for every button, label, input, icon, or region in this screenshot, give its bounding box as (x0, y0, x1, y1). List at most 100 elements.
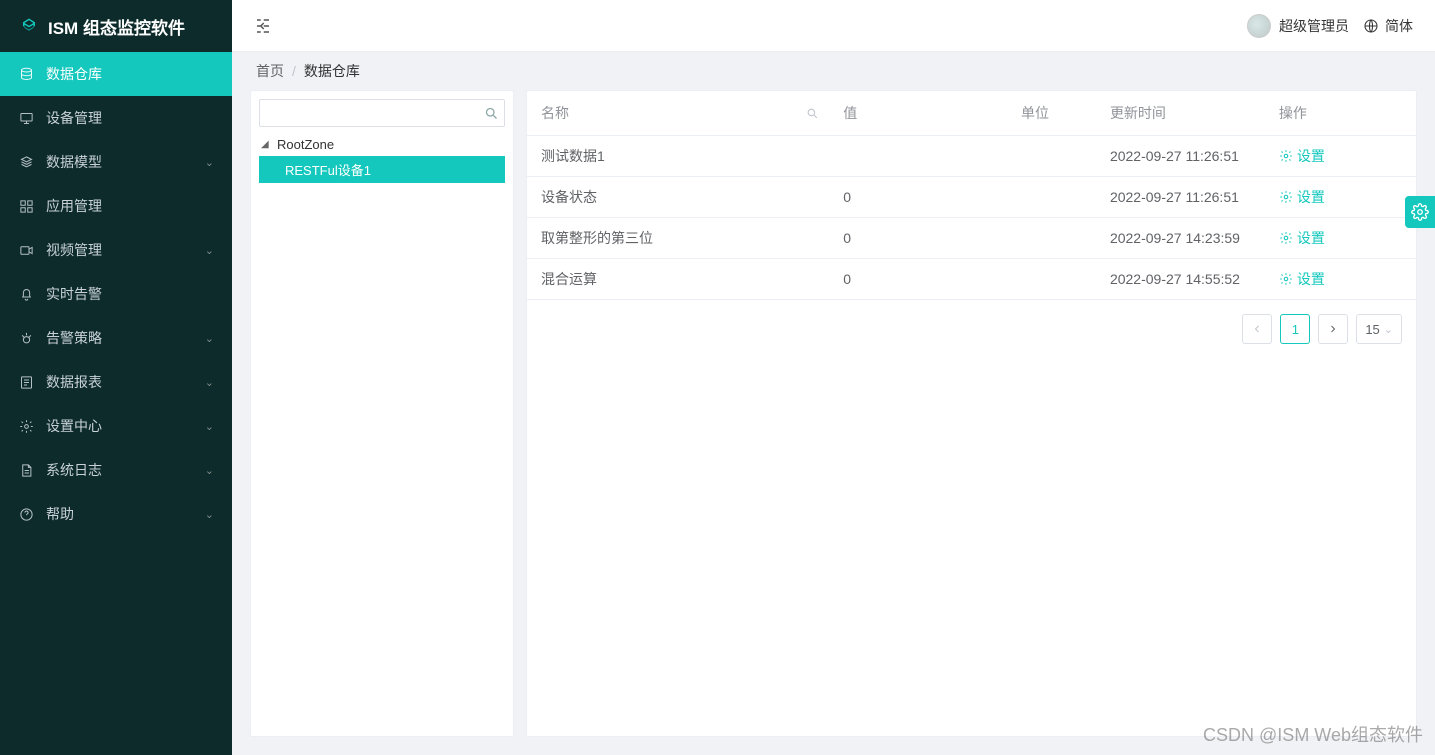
cell-time: 2022-09-27 11:26:51 (1096, 136, 1265, 177)
language-switch[interactable]: 简体 (1363, 16, 1413, 36)
page-size-label: 15 (1365, 322, 1379, 337)
col-op: 操作 (1265, 91, 1416, 136)
row-settings-button[interactable]: 设置 (1279, 187, 1325, 207)
cog-icon (1279, 149, 1293, 163)
breadcrumb-home[interactable]: 首页 (256, 61, 284, 81)
sidebar-item-4[interactable]: 视频管理⌄ (0, 228, 232, 272)
lang-label: 简体 (1385, 16, 1413, 36)
row-settings-button[interactable]: 设置 (1279, 146, 1325, 166)
avatar (1247, 14, 1271, 38)
floating-settings-button[interactable] (1405, 196, 1435, 228)
brand: ISM 组态监控软件 (0, 0, 232, 52)
chevron-down-icon: ⌄ (205, 156, 214, 169)
user-menu[interactable]: 超级管理员 (1247, 14, 1349, 38)
cell-name: 测试数据1 (527, 136, 829, 177)
sidebar-item-9[interactable]: 系统日志⌄ (0, 448, 232, 492)
table-row: 设备状态02022-09-27 11:26:51设置 (527, 177, 1416, 218)
table-row: 测试数据1 2022-09-27 11:26:51 设置 (527, 136, 1416, 177)
bell-icon (18, 286, 34, 302)
cell-value (829, 136, 1007, 177)
page-number-current[interactable]: 1 (1280, 314, 1310, 344)
cell-time: 2022-09-27 11:26:51 (1096, 177, 1265, 218)
row-settings-button[interactable]: 设置 (1279, 269, 1325, 289)
cell-value: 0 (829, 177, 1007, 218)
cell-op: 设置 (1265, 136, 1416, 177)
column-search-icon[interactable] (805, 106, 819, 120)
row-settings-label: 设置 (1297, 146, 1325, 166)
sidebar-item-2[interactable]: 数据模型 ⌄ (0, 140, 232, 184)
device-icon (18, 110, 34, 126)
chevron-down-icon: ⌄ (205, 332, 214, 345)
cell-value: 0 (829, 259, 1007, 300)
sidebar-item-label: 数据报表 (46, 372, 102, 392)
col-name: 名称 (527, 91, 829, 136)
sidebar-item-1[interactable]: 设备管理 (0, 96, 232, 140)
col-name-label: 名称 (541, 105, 569, 121)
col-time: 更新时间 (1096, 91, 1265, 136)
chevron-down-icon: ⌄ (1384, 323, 1393, 336)
cog-icon (1279, 190, 1293, 204)
tree-root[interactable]: ◢ RootZone (259, 133, 505, 156)
cell-value: 0 (829, 218, 1007, 259)
log-icon (18, 462, 34, 478)
cell-op: 设置 (1265, 218, 1416, 259)
chevron-down-icon: ⌄ (205, 508, 214, 521)
sidebar-item-7[interactable]: 数据报表 ⌄ (0, 360, 232, 404)
page-prev-button[interactable] (1242, 314, 1272, 344)
col-unit: 单位 (1007, 91, 1096, 136)
main: 超级管理员 简体 首页 / 数据仓库 ◢ (232, 0, 1435, 755)
sidebar-item-6[interactable]: 告警策略 ⌄ (0, 316, 232, 360)
user-label: 超级管理员 (1279, 16, 1349, 36)
sidebar-item-8[interactable]: 设置中心 ⌄ (0, 404, 232, 448)
database-icon (18, 66, 34, 82)
row-settings-label: 设置 (1297, 269, 1325, 289)
table-row: 混合运算0 2022-09-27 14:55:52 设置 (527, 259, 1416, 300)
cell-unit (1007, 136, 1096, 177)
cog-icon (1279, 272, 1293, 286)
chevron-down-icon: ⌄ (205, 464, 214, 477)
sidebar-item-label: 设备管理 (46, 108, 102, 128)
search-icon[interactable] (483, 105, 499, 121)
sidebar-item-3[interactable]: 应用管理 (0, 184, 232, 228)
row-settings-button[interactable]: 设置 (1279, 228, 1325, 248)
breadcrumb-sep: / (292, 63, 296, 79)
tree-node-0[interactable]: RESTFul设备1 (259, 156, 505, 183)
sidebar-collapse-button[interactable] (254, 17, 272, 35)
sidebar-nav: 数据仓库设备管理数据模型⌄应用管理视频管理⌄实时告警告警策略⌄数据报表⌄设置中心… (0, 52, 232, 536)
brand-title: ISM 组态监控软件 (48, 14, 185, 39)
tree-panel: ◢ RootZone RESTFul设备1 (250, 90, 514, 737)
sidebar-item-label: 数据模型 (46, 152, 102, 172)
topbar: 超级管理员 简体 (232, 0, 1435, 52)
sidebar-item-label: 帮助 (46, 504, 74, 524)
sidebar-item-label: 告警策略 (46, 328, 102, 348)
sidebar-item-0[interactable]: 数据仓库 (0, 52, 232, 96)
chevron-down-icon: ⌄ (205, 244, 214, 257)
app-icon (18, 198, 34, 214)
sidebar: ISM 组态监控软件 数据仓库设备管理数据模型⌄应用管理视频管理⌄实时告警告警策… (0, 0, 232, 755)
tree: ◢ RootZone RESTFul设备1 (259, 133, 505, 183)
sidebar-item-10[interactable]: 帮助 ⌄ (0, 492, 232, 536)
cell-unit (1007, 259, 1096, 300)
chevron-down-icon: ⌄ (205, 420, 214, 433)
chevron-down-icon: ⌄ (205, 376, 214, 389)
table-panel: 名称 值 单位 更新时间 操作 测试数据12022-09-27 11:26:51… (526, 90, 1417, 737)
breadcrumb: 首页 / 数据仓库 (232, 52, 1435, 90)
page-size-select[interactable]: 15 ⌄ (1356, 314, 1402, 344)
cell-name: 混合运算 (527, 259, 829, 300)
report-icon (18, 374, 34, 390)
cell-time: 2022-09-27 14:55:52 (1096, 259, 1265, 300)
sidebar-item-label: 数据仓库 (46, 64, 102, 84)
video-icon (18, 242, 34, 258)
cell-time: 2022-09-27 14:23:59 (1096, 218, 1265, 259)
settings-icon (18, 418, 34, 434)
cell-op: 设置 (1265, 259, 1416, 300)
tree-node-label: RESTFul设备1 (285, 160, 371, 179)
pagination: 1 15 ⌄ (527, 300, 1416, 344)
tree-search-input[interactable] (259, 99, 505, 127)
sidebar-item-label: 设置中心 (46, 416, 102, 436)
globe-icon (1363, 18, 1379, 34)
sidebar-item-5[interactable]: 实时告警 (0, 272, 232, 316)
page-next-button[interactable] (1318, 314, 1348, 344)
strategy-icon (18, 330, 34, 346)
cell-op: 设置 (1265, 177, 1416, 218)
